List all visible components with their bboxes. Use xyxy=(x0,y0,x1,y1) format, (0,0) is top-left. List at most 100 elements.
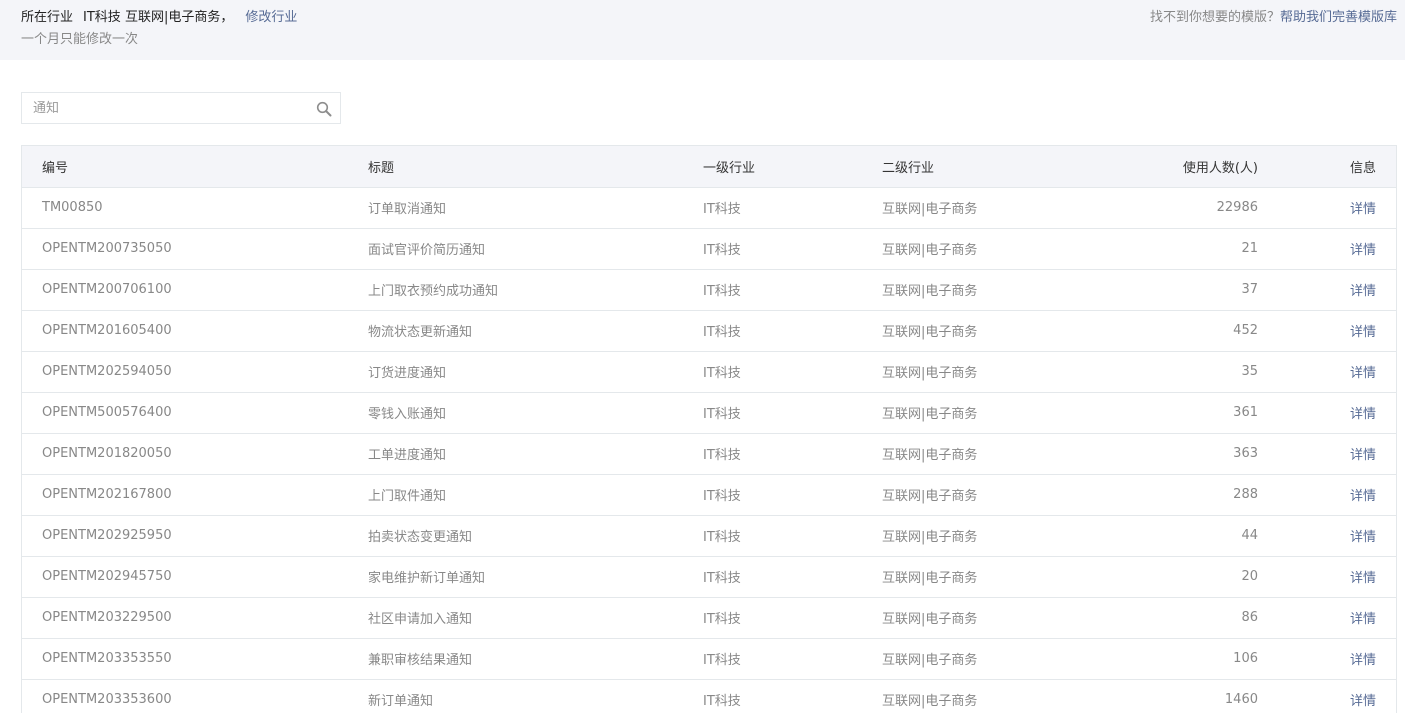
detail-link[interactable]: 详情 xyxy=(1350,612,1376,627)
cell-users: 452 xyxy=(1092,310,1258,352)
cell-id: OPENTM203353550 xyxy=(22,638,368,680)
search-input[interactable] xyxy=(22,93,312,123)
cell-level1: IT科技 xyxy=(703,228,882,270)
detail-link[interactable]: 详情 xyxy=(1350,571,1376,586)
industry-secondary: 互联网|电子商务， xyxy=(124,10,234,25)
cell-level2: 互联网|电子商务 xyxy=(882,392,1092,434)
cell-id: OPENTM203229500 xyxy=(22,597,368,639)
cell-info: 详情 xyxy=(1258,310,1396,352)
cell-title: 拍卖状态变更通知 xyxy=(368,515,703,557)
cell-level1: IT科技 xyxy=(703,351,882,393)
cell-id: OPENTM202925950 xyxy=(22,515,368,557)
cell-users: 22986 xyxy=(1092,187,1258,229)
table-row: TM00850 订单取消通知 IT科技 互联网|电子商务 22986 详情 xyxy=(22,187,1396,229)
detail-link[interactable]: 详情 xyxy=(1350,448,1376,463)
table-row: OPENTM202167800 上门取件通知 IT科技 互联网|电子商务 288 详情 xyxy=(22,474,1396,516)
cell-level1: IT科技 xyxy=(703,556,882,598)
detail-link[interactable]: 详情 xyxy=(1350,530,1376,545)
cell-info: 详情 xyxy=(1258,269,1396,311)
cell-title: 家电维护新订单通知 xyxy=(368,556,703,598)
table-header-row: 编号 标题 一级行业 二级行业 使用人数(人) 信息 xyxy=(22,146,1396,188)
cell-info: 详情 xyxy=(1258,556,1396,598)
column-header-level2: 二级行业 xyxy=(882,146,1092,188)
cell-id: OPENTM200706100 xyxy=(22,269,368,311)
cell-level2: 互联网|电子商务 xyxy=(882,597,1092,639)
cell-title: 订货进度通知 xyxy=(368,351,703,393)
table-row: OPENTM203353600 新订单通知 IT科技 互联网|电子商务 1460 详情 xyxy=(22,679,1396,713)
cell-level2: 互联网|电子商务 xyxy=(882,556,1092,598)
template-table: 编号 标题 一级行业 二级行业 使用人数(人) 信息 TM00850 订单取消通知… xyxy=(21,145,1397,713)
detail-link[interactable]: 详情 xyxy=(1350,284,1376,299)
cell-id: OPENTM203353600 xyxy=(22,679,368,713)
detail-link[interactable]: 详情 xyxy=(1350,653,1376,668)
detail-link[interactable]: 详情 xyxy=(1350,202,1376,217)
cell-level2: 互联网|电子商务 xyxy=(882,269,1092,311)
cell-level2: 互联网|电子商务 xyxy=(882,433,1092,475)
table-row: OPENTM201820050 工单进度通知 IT科技 互联网|电子商务 363 详情 xyxy=(22,433,1396,475)
cell-title: 工单进度通知 xyxy=(368,433,703,475)
cell-users: 361 xyxy=(1092,392,1258,434)
column-header-level1: 一级行业 xyxy=(703,146,882,188)
cell-title: 社区申请加入通知 xyxy=(368,597,703,639)
cell-level2: 互联网|电子商务 xyxy=(882,638,1092,680)
cell-info: 详情 xyxy=(1258,679,1396,713)
cell-users: 20 xyxy=(1092,556,1258,598)
table-row: OPENTM203229500 社区申请加入通知 IT科技 互联网|电子商务 86 详情 xyxy=(22,597,1396,639)
table-row: OPENTM201605400 物流状态更新通知 IT科技 互联网|电子商务 452 详情 xyxy=(22,310,1396,352)
cell-title: 面试官评价简历通知 xyxy=(368,228,703,270)
cell-level1: IT科技 xyxy=(703,515,882,557)
improve-template-library-link[interactable]: 帮助我们完善模版库 xyxy=(1280,10,1397,25)
cell-users: 21 xyxy=(1092,228,1258,270)
industry-primary: IT科技 xyxy=(83,10,121,25)
cell-level1: IT科技 xyxy=(703,597,882,639)
cell-info: 详情 xyxy=(1258,351,1396,393)
cell-level2: 互联网|电子商务 xyxy=(882,187,1092,229)
industry-header: 所在行业 IT科技 互联网|电子商务， 修改行业 一个月只能修改一次 找不到你想要的… xyxy=(0,0,1405,60)
cell-info: 详情 xyxy=(1258,228,1396,270)
column-header-info: 信息 xyxy=(1258,146,1396,188)
table-row: OPENTM202925950 拍卖状态变更通知 IT科技 互联网|电子商务 44 详情 xyxy=(22,515,1396,557)
cell-level1: IT科技 xyxy=(703,392,882,434)
help-text: 找不到你想要的模版？ xyxy=(1149,10,1280,25)
column-header-users: 使用人数(人) xyxy=(1092,146,1258,188)
column-header-id: 编号 xyxy=(22,146,368,188)
cell-users: 106 xyxy=(1092,638,1258,680)
cell-id: OPENTM202945750 xyxy=(22,556,368,598)
detail-link[interactable]: 详情 xyxy=(1350,489,1376,504)
cell-level2: 互联网|电子商务 xyxy=(882,351,1092,393)
cell-id: TM00850 xyxy=(22,187,368,229)
detail-link[interactable]: 详情 xyxy=(1350,694,1376,709)
column-header-title: 标题 xyxy=(368,146,703,188)
cell-level1: IT科技 xyxy=(703,269,882,311)
cell-level1: IT科技 xyxy=(703,310,882,352)
cell-level2: 互联网|电子商务 xyxy=(882,515,1092,557)
cell-title: 零钱入账通知 xyxy=(368,392,703,434)
table-row: OPENTM202945750 家电维护新订单通知 IT科技 互联网|电子商务 20 详情 xyxy=(22,556,1396,598)
cell-users: 44 xyxy=(1092,515,1258,557)
cell-level2: 互联网|电子商务 xyxy=(882,679,1092,713)
cell-info: 详情 xyxy=(1258,392,1396,434)
detail-link[interactable]: 详情 xyxy=(1350,366,1376,381)
cell-title: 新订单通知 xyxy=(368,679,703,713)
cell-id: OPENTM201605400 xyxy=(22,310,368,352)
detail-link[interactable]: 详情 xyxy=(1350,325,1376,340)
search-icon[interactable] xyxy=(316,101,332,117)
search-box xyxy=(21,92,341,124)
table-row: OPENTM500576400 零钱入账通知 IT科技 互联网|电子商务 361 详情 xyxy=(22,392,1396,434)
cell-users: 1460 xyxy=(1092,679,1258,713)
industry-info: 所在行业 IT科技 互联网|电子商务， 修改行业 xyxy=(21,9,297,27)
detail-link[interactable]: 详情 xyxy=(1350,243,1376,258)
table-row: OPENTM200706100 上门取衣预约成功通知 IT科技 互联网|电子商务 37 详… xyxy=(22,269,1396,311)
modify-industry-link[interactable]: 修改行业 xyxy=(245,10,297,25)
cell-level1: IT科技 xyxy=(703,638,882,680)
cell-users: 288 xyxy=(1092,474,1258,516)
cell-title: 上门取件通知 xyxy=(368,474,703,516)
cell-level1: IT科技 xyxy=(703,679,882,713)
cell-info: 详情 xyxy=(1258,474,1396,516)
cell-users: 363 xyxy=(1092,433,1258,475)
cell-info: 详情 xyxy=(1258,515,1396,557)
table-body: TM00850 订单取消通知 IT科技 互联网|电子商务 22986 详情 OPENTM20… xyxy=(22,187,1396,713)
cell-title: 上门取衣预约成功通知 xyxy=(368,269,703,311)
cell-id: OPENTM202167800 xyxy=(22,474,368,516)
detail-link[interactable]: 详情 xyxy=(1350,407,1376,422)
